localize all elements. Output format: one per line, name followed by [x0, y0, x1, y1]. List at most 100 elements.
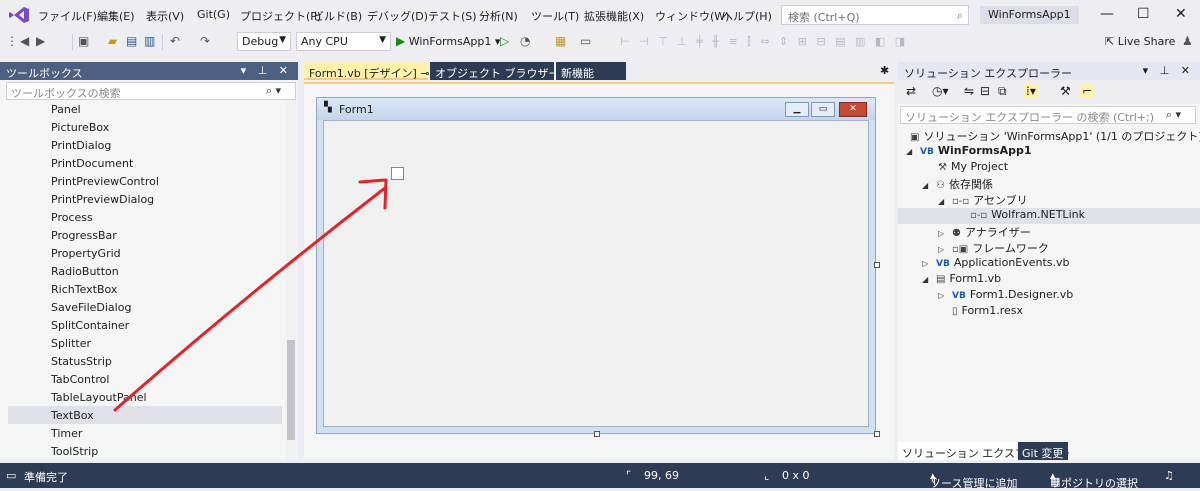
- tab-new-features[interactable]: 新機能: [556, 62, 626, 80]
- resize-handle-corner[interactable]: [874, 431, 880, 437]
- save-all-icon[interactable]: ▥: [144, 34, 155, 48]
- toolbox-item[interactable]: StatusStrip: [8, 352, 282, 370]
- minimize-icon[interactable]: —: [1100, 6, 1114, 22]
- toolbox-item[interactable]: SplitContainer: [8, 316, 282, 334]
- resize-handle-bottom[interactable]: [594, 431, 600, 437]
- form-window[interactable]: ▚ Form1 ▁ ▭ ✕: [316, 97, 876, 434]
- tree-my-project[interactable]: ⚒ My Project: [938, 160, 1008, 176]
- toolbox-item[interactable]: TabControl: [8, 370, 282, 388]
- pin-icon[interactable]: ⊸: [420, 67, 429, 80]
- search-input[interactable]: 検索 (Ctrl+Q) ⌕: [781, 5, 969, 25]
- panel-controls-icon[interactable]: ▾ ⊥ ✕: [1143, 64, 1194, 77]
- menu-extensions[interactable]: 拡張機能(X): [584, 8, 644, 24]
- preview-icon[interactable]: ⌐: [1080, 84, 1095, 98]
- menu-git[interactable]: Git(G): [197, 8, 230, 21]
- configuration-value: Debug: [242, 35, 279, 48]
- toolbox-item[interactable]: Timer: [8, 424, 282, 442]
- menu-file[interactable]: ファイル(F): [38, 8, 97, 24]
- tree-assemblies[interactable]: ◢ ▫-▫ アセンブリ: [938, 192, 1028, 208]
- solution-search-input[interactable]: ソリューション エクスプローラー の検索 (Ctrl+;) ⌕ ▾: [900, 106, 1196, 124]
- toolbox-item[interactable]: Process: [8, 208, 282, 226]
- toolbox-item[interactable]: PrintPreviewDialog: [8, 190, 282, 208]
- sync-icon[interactable]: ⇄: [906, 84, 916, 98]
- resize-handle-right[interactable]: [874, 262, 880, 268]
- new-project-icon[interactable]: ▣: [78, 34, 89, 48]
- toolbox-item[interactable]: PropertyGrid: [8, 244, 282, 262]
- menu-analyze[interactable]: 分析(N): [479, 8, 518, 24]
- configuration-select[interactable]: Debug ▼: [237, 32, 291, 51]
- open-folder-icon[interactable]: ▰: [108, 34, 117, 48]
- toolbox-item[interactable]: SaveFileDialog: [8, 298, 282, 316]
- start-without-debug-icon[interactable]: ▷: [500, 34, 509, 48]
- show-all-files-icon[interactable]: ⧉: [998, 84, 1007, 99]
- tree-form1[interactable]: ◢ ▤ Form1.vb: [922, 272, 1001, 288]
- find-in-files-icon[interactable]: ▦: [555, 34, 566, 48]
- undo-icon[interactable]: ↶: [170, 34, 180, 48]
- tree-analyzers[interactable]: ▷ ⚉ アナライザー: [938, 224, 1031, 240]
- source-control-button[interactable]: ↑ ソース管理に追加 ▴: [930, 469, 1017, 490]
- toolbox-item[interactable]: TableLayoutPanel: [8, 388, 282, 406]
- toolbox-item[interactable]: RichTextBox: [8, 280, 282, 298]
- tree-label: Form1.vb: [949, 272, 1002, 285]
- hot-reload-icon[interactable]: ◔: [520, 34, 530, 48]
- layout-icon[interactable]: ▭: [580, 34, 591, 48]
- platform-select[interactable]: Any CPU ▼: [296, 32, 391, 51]
- menu-edit[interactable]: 編集(E): [97, 8, 135, 24]
- notifications-icon[interactable]: ♫: [1164, 469, 1174, 482]
- menu-tools[interactable]: ツール(T): [531, 8, 579, 24]
- toolbox-item[interactable]: Panel: [8, 100, 282, 118]
- filter-icon[interactable]: ⁞▾: [1024, 84, 1038, 98]
- maximize-icon[interactable]: ☐: [1137, 6, 1150, 22]
- tree-wolfram-netlink[interactable]: ▫-▫ Wolfram.NETLink: [898, 208, 1200, 224]
- panel-controls-icon[interactable]: ▾ ⊥ ✕: [241, 64, 292, 77]
- toolbox-item[interactable]: PrintPreviewControl: [8, 172, 282, 190]
- feedback-icon[interactable]: ♟: [1182, 34, 1193, 48]
- textbox-control[interactable]: [391, 167, 404, 180]
- live-share-button[interactable]: ⇱ Live Share: [1105, 35, 1175, 48]
- redo-icon[interactable]: ↷: [200, 34, 210, 48]
- menu-view[interactable]: 表示(V): [146, 8, 184, 24]
- tab-git-changes[interactable]: Git 変更: [1018, 442, 1068, 460]
- toolbox-item[interactable]: PrintDocument: [8, 154, 282, 172]
- toolbox-item[interactable]: ProgressBar: [8, 226, 282, 244]
- back-icon[interactable]: ◀: [20, 34, 29, 48]
- tab-solution-explorer[interactable]: ソリューション エクスプローラー: [898, 442, 1070, 460]
- tree-framework[interactable]: ▷ ▫▣ フレームワーク: [938, 240, 1049, 256]
- toolbox-scrollbar[interactable]: [286, 100, 296, 460]
- collapse-all-icon[interactable]: ⊟: [980, 84, 990, 98]
- switch-views-icon[interactable]: ⇋: [964, 84, 974, 98]
- toolbox-item[interactable]: PrintDialog: [8, 136, 282, 154]
- tree-dependencies[interactable]: ◢ ⚇ 依存関係: [922, 176, 993, 192]
- forward-icon[interactable]: ▶: [36, 34, 45, 48]
- menu-project[interactable]: プロジェクト(P): [240, 8, 321, 24]
- history-icon[interactable]: ◷▾: [932, 84, 949, 98]
- form-title: Form1: [339, 103, 374, 116]
- menu-build[interactable]: ビルド(B): [313, 8, 362, 24]
- tree-solution[interactable]: ▣ ソリューション 'WinFormsApp1' (1/1 のプロジェクト): [910, 128, 1200, 144]
- menu-test[interactable]: テスト(S): [428, 8, 477, 24]
- gear-icon[interactable]: ✱: [880, 64, 889, 77]
- tree-application-events[interactable]: ▷ VB ApplicationEvents.vb: [922, 256, 1070, 272]
- tree-form1-resx[interactable]: ▯ Form1.resx: [952, 304, 1023, 320]
- menu-window[interactable]: ウィンドウ(W): [655, 8, 729, 24]
- tab-object-browser[interactable]: オブジェクト ブラウザー: [430, 62, 560, 80]
- save-icon[interactable]: ▤: [126, 34, 137, 48]
- form-client-area[interactable]: [323, 120, 869, 427]
- repository-button[interactable]: ▦ リポジトリの選択 ▴: [1050, 469, 1138, 490]
- toolbox-item[interactable]: PictureBox: [8, 118, 282, 136]
- scrollbar-thumb[interactable]: [287, 340, 295, 440]
- tree-form1-designer[interactable]: ▷ VB Form1.Designer.vb: [938, 288, 1073, 304]
- tab-form1-designer[interactable]: Form1.vb [デザイン] ⊸ ✕: [304, 62, 442, 80]
- tree-label: Wolfram.NETLink: [991, 208, 1085, 221]
- menu-help[interactable]: ヘルプ(H): [722, 8, 772, 24]
- toolbox-item[interactable]: Splitter: [8, 334, 282, 352]
- toolbox-item[interactable]: ToolStrip: [8, 442, 282, 460]
- start-debug-button[interactable]: ▶ WinFormsApp1 ▾: [396, 34, 500, 48]
- tree-project[interactable]: ◢ VB WinFormsApp1: [906, 144, 1032, 160]
- toolbox-search-input[interactable]: ツールボックスの検索 ⌕ ▾: [6, 82, 296, 100]
- toolbox-item-selected[interactable]: TextBox: [8, 406, 282, 424]
- menu-debug[interactable]: デバッグ(D): [367, 8, 428, 24]
- toolbox-item[interactable]: RadioButton: [8, 262, 282, 280]
- properties-icon[interactable]: ⚒: [1060, 84, 1071, 98]
- close-icon[interactable]: ✕: [1175, 6, 1187, 22]
